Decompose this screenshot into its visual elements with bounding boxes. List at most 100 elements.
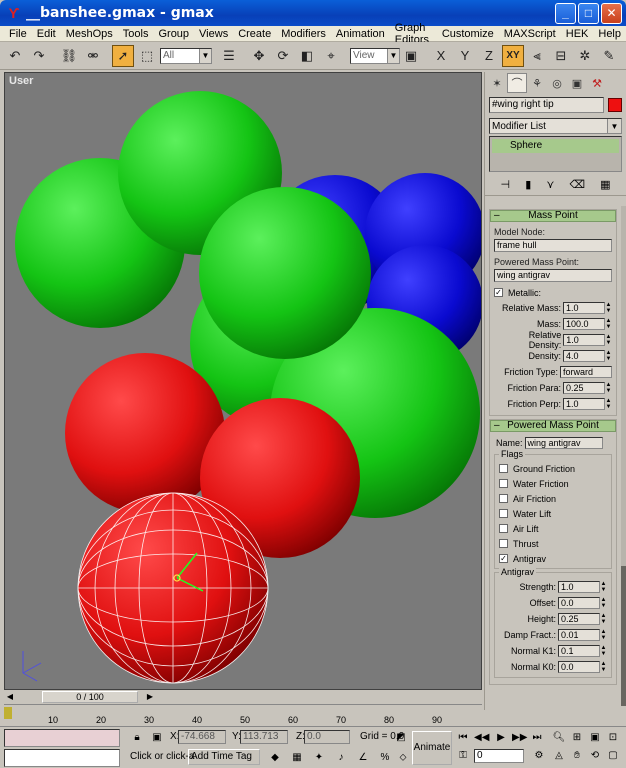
- viewport-user[interactable]: User: [4, 72, 482, 690]
- mass-point-header[interactable]: – Mass Point: [490, 210, 616, 222]
- undo-icon[interactable]: ↶: [4, 45, 26, 67]
- time-config-icon[interactable]: ⚙: [532, 749, 546, 763]
- selection-lock-icon[interactable]: ◆: [268, 751, 282, 765]
- relative-density-spinner[interactable]: Relative Density: 1.0 ▲ ▼: [494, 330, 612, 350]
- spinner-snap-icon[interactable]: ⬦: [396, 751, 410, 765]
- close-button[interactable]: ✕: [601, 2, 622, 24]
- axis-xy-button[interactable]: XY: [502, 44, 524, 67]
- mirror-icon[interactable]: ⫷: [526, 45, 548, 67]
- density-spinner[interactable]: Density: 4.0 ▲ ▼: [494, 348, 612, 364]
- field-of-view-icon[interactable]: ◬: [552, 749, 566, 763]
- damp-fract-spinner[interactable]: Damp Fract.: 0.01 ▲ ▼: [499, 627, 607, 643]
- relative-mass-spinner[interactable]: Relative Mass: 1.0 ▲ ▼: [494, 300, 612, 316]
- go-to-start-icon[interactable]: ⏮: [456, 731, 470, 745]
- menu-file[interactable]: File: [4, 28, 32, 40]
- menu-group[interactable]: Group: [153, 28, 194, 40]
- percent-snap-icon[interactable]: %: [378, 751, 392, 765]
- panel-scrollbar[interactable]: [621, 206, 626, 706]
- maximize-viewport-icon[interactable]: ▢: [606, 749, 620, 763]
- snap-icon[interactable]: ✲: [574, 45, 596, 67]
- link-icon[interactable]: ⛓: [58, 45, 80, 67]
- paint-icon[interactable]: ✎: [598, 45, 620, 67]
- menu-create[interactable]: Create: [233, 28, 276, 40]
- offset-spinner[interactable]: Offset: 0.0 ▲ ▼: [499, 595, 607, 611]
- scrollbar-thumb[interactable]: [621, 566, 626, 706]
- selection-filter-dropdown[interactable]: All ▼: [160, 47, 212, 64]
- height-spinner[interactable]: Height: 0.25 ▲ ▼: [499, 611, 607, 627]
- play-icon[interactable]: ▶: [494, 731, 508, 745]
- angle-snap-icon[interactable]: ∠: [356, 751, 370, 765]
- antigrav-checkbox[interactable]: ✓ Antigrav: [499, 551, 607, 566]
- normal-k1-spinner[interactable]: Normal K1: 0.1 ▲ ▼: [499, 643, 607, 659]
- zoom-extents-icon[interactable]: ▣: [588, 731, 602, 745]
- next-key-icon[interactable]: ▶▶: [512, 731, 527, 745]
- axis-y-button[interactable]: Y: [454, 45, 476, 67]
- ref-coord-dropdown[interactable]: View ▼: [350, 47, 400, 64]
- display-tab-icon[interactable]: ▣: [567, 73, 587, 93]
- add-time-tag-button[interactable]: Add Time Tag: [188, 749, 260, 765]
- green-sphere[interactable]: [199, 187, 371, 359]
- zoom-extents-all-icon[interactable]: ⊡: [606, 731, 620, 745]
- y-coord-field[interactable]: 113.713: [240, 730, 288, 744]
- maxscript-listener-output[interactable]: [4, 729, 120, 747]
- friction-para-spinner[interactable]: Friction Para: 0.25 ▲ ▼: [494, 380, 612, 396]
- menu-animation[interactable]: Animation: [331, 28, 390, 40]
- pivot-icon[interactable]: ⌖: [320, 45, 342, 67]
- minimize-button[interactable]: _: [555, 2, 576, 24]
- menu-customize[interactable]: Customize: [437, 28, 499, 40]
- menu-hek[interactable]: HEK: [561, 28, 594, 40]
- gmax-icon[interactable]: ϒ: [6, 5, 22, 21]
- modify-tab-icon[interactable]: ⌒: [507, 73, 527, 93]
- selected-red-sphere[interactable]: [77, 492, 269, 684]
- current-frame-field[interactable]: 0: [474, 749, 524, 763]
- menu-tools[interactable]: Tools: [118, 28, 154, 40]
- transform-type-in-icon[interactable]: ♪: [334, 751, 348, 765]
- scale-icon[interactable]: ◧: [296, 45, 318, 67]
- hierarchy-tab-icon[interactable]: ⚘: [527, 73, 547, 93]
- absolute-mode-icon[interactable]: ▣: [150, 731, 164, 745]
- show-end-result-icon[interactable]: ▮: [525, 178, 531, 191]
- time-slider-thumb[interactable]: 0 / 100: [42, 691, 138, 703]
- menu-modifiers[interactable]: Modifiers: [276, 28, 331, 40]
- strength-spinner[interactable]: Strength: 1.0 ▲ ▼: [499, 579, 607, 595]
- redo-icon[interactable]: ↷: [28, 45, 50, 67]
- key-mode-icon[interactable]: ⚿: [456, 749, 470, 763]
- axis-z-button[interactable]: Z: [478, 45, 500, 67]
- object-color-swatch[interactable]: [608, 98, 622, 112]
- z-coord-field[interactable]: 0.0: [304, 730, 350, 744]
- use-center-icon[interactable]: ▣: [400, 45, 422, 67]
- go-to-end-icon[interactable]: ⏭: [530, 731, 544, 745]
- lock-icon[interactable]: 🔒︎: [130, 731, 144, 745]
- metallic-checkbox[interactable]: ✓ Metallic:: [494, 285, 612, 300]
- arc-rotate-icon[interactable]: ⟲: [588, 749, 602, 763]
- air-lift-checkbox[interactable]: Air Lift: [499, 521, 607, 536]
- snap-toggle-icon[interactable]: ◩: [394, 731, 408, 745]
- maxscript-listener-input[interactable]: [4, 749, 120, 767]
- axis-x-button[interactable]: X: [430, 45, 452, 67]
- crossing-icon[interactable]: ▦: [290, 751, 304, 765]
- menu-help[interactable]: Help: [593, 28, 626, 40]
- make-unique-icon[interactable]: ⋎: [546, 178, 554, 191]
- menu-maxscript[interactable]: MAXScript: [499, 28, 561, 40]
- move-icon[interactable]: ✥: [248, 45, 270, 67]
- select-arrow-icon[interactable]: ➚: [112, 44, 134, 67]
- prev-key-icon[interactable]: ◀◀: [474, 731, 489, 745]
- x-coord-field[interactable]: -74.668: [178, 730, 226, 744]
- create-tab-icon[interactable]: ✶: [487, 73, 507, 93]
- time-slider[interactable]: ◀ 0 / 100 ▶: [4, 690, 482, 704]
- motion-tab-icon[interactable]: ◎: [547, 73, 567, 93]
- menu-meshops[interactable]: MeshOps: [61, 28, 118, 40]
- configure-sets-icon[interactable]: ▦: [600, 178, 610, 191]
- prev-frame-icon[interactable]: ◀: [4, 691, 16, 703]
- region-select-icon[interactable]: ⬚: [136, 45, 158, 67]
- degradation-icon[interactable]: ✦: [312, 751, 326, 765]
- friction-perp-spinner[interactable]: Friction Perp: 1.0 ▲ ▼: [494, 396, 612, 412]
- track-bar[interactable]: 10 20 30 40 50 60 70 80 90: [4, 704, 482, 726]
- water-friction-checkbox[interactable]: Water Friction: [499, 476, 607, 491]
- thrust-checkbox[interactable]: Thrust: [499, 536, 607, 551]
- powered-mass-point-header[interactable]: – Powered Mass Point: [490, 420, 616, 432]
- viewport-label[interactable]: User: [9, 75, 33, 87]
- model-node-field[interactable]: frame hull: [494, 239, 612, 252]
- water-lift-checkbox[interactable]: Water Lift: [499, 506, 607, 521]
- rotate-icon[interactable]: ⟳: [272, 45, 294, 67]
